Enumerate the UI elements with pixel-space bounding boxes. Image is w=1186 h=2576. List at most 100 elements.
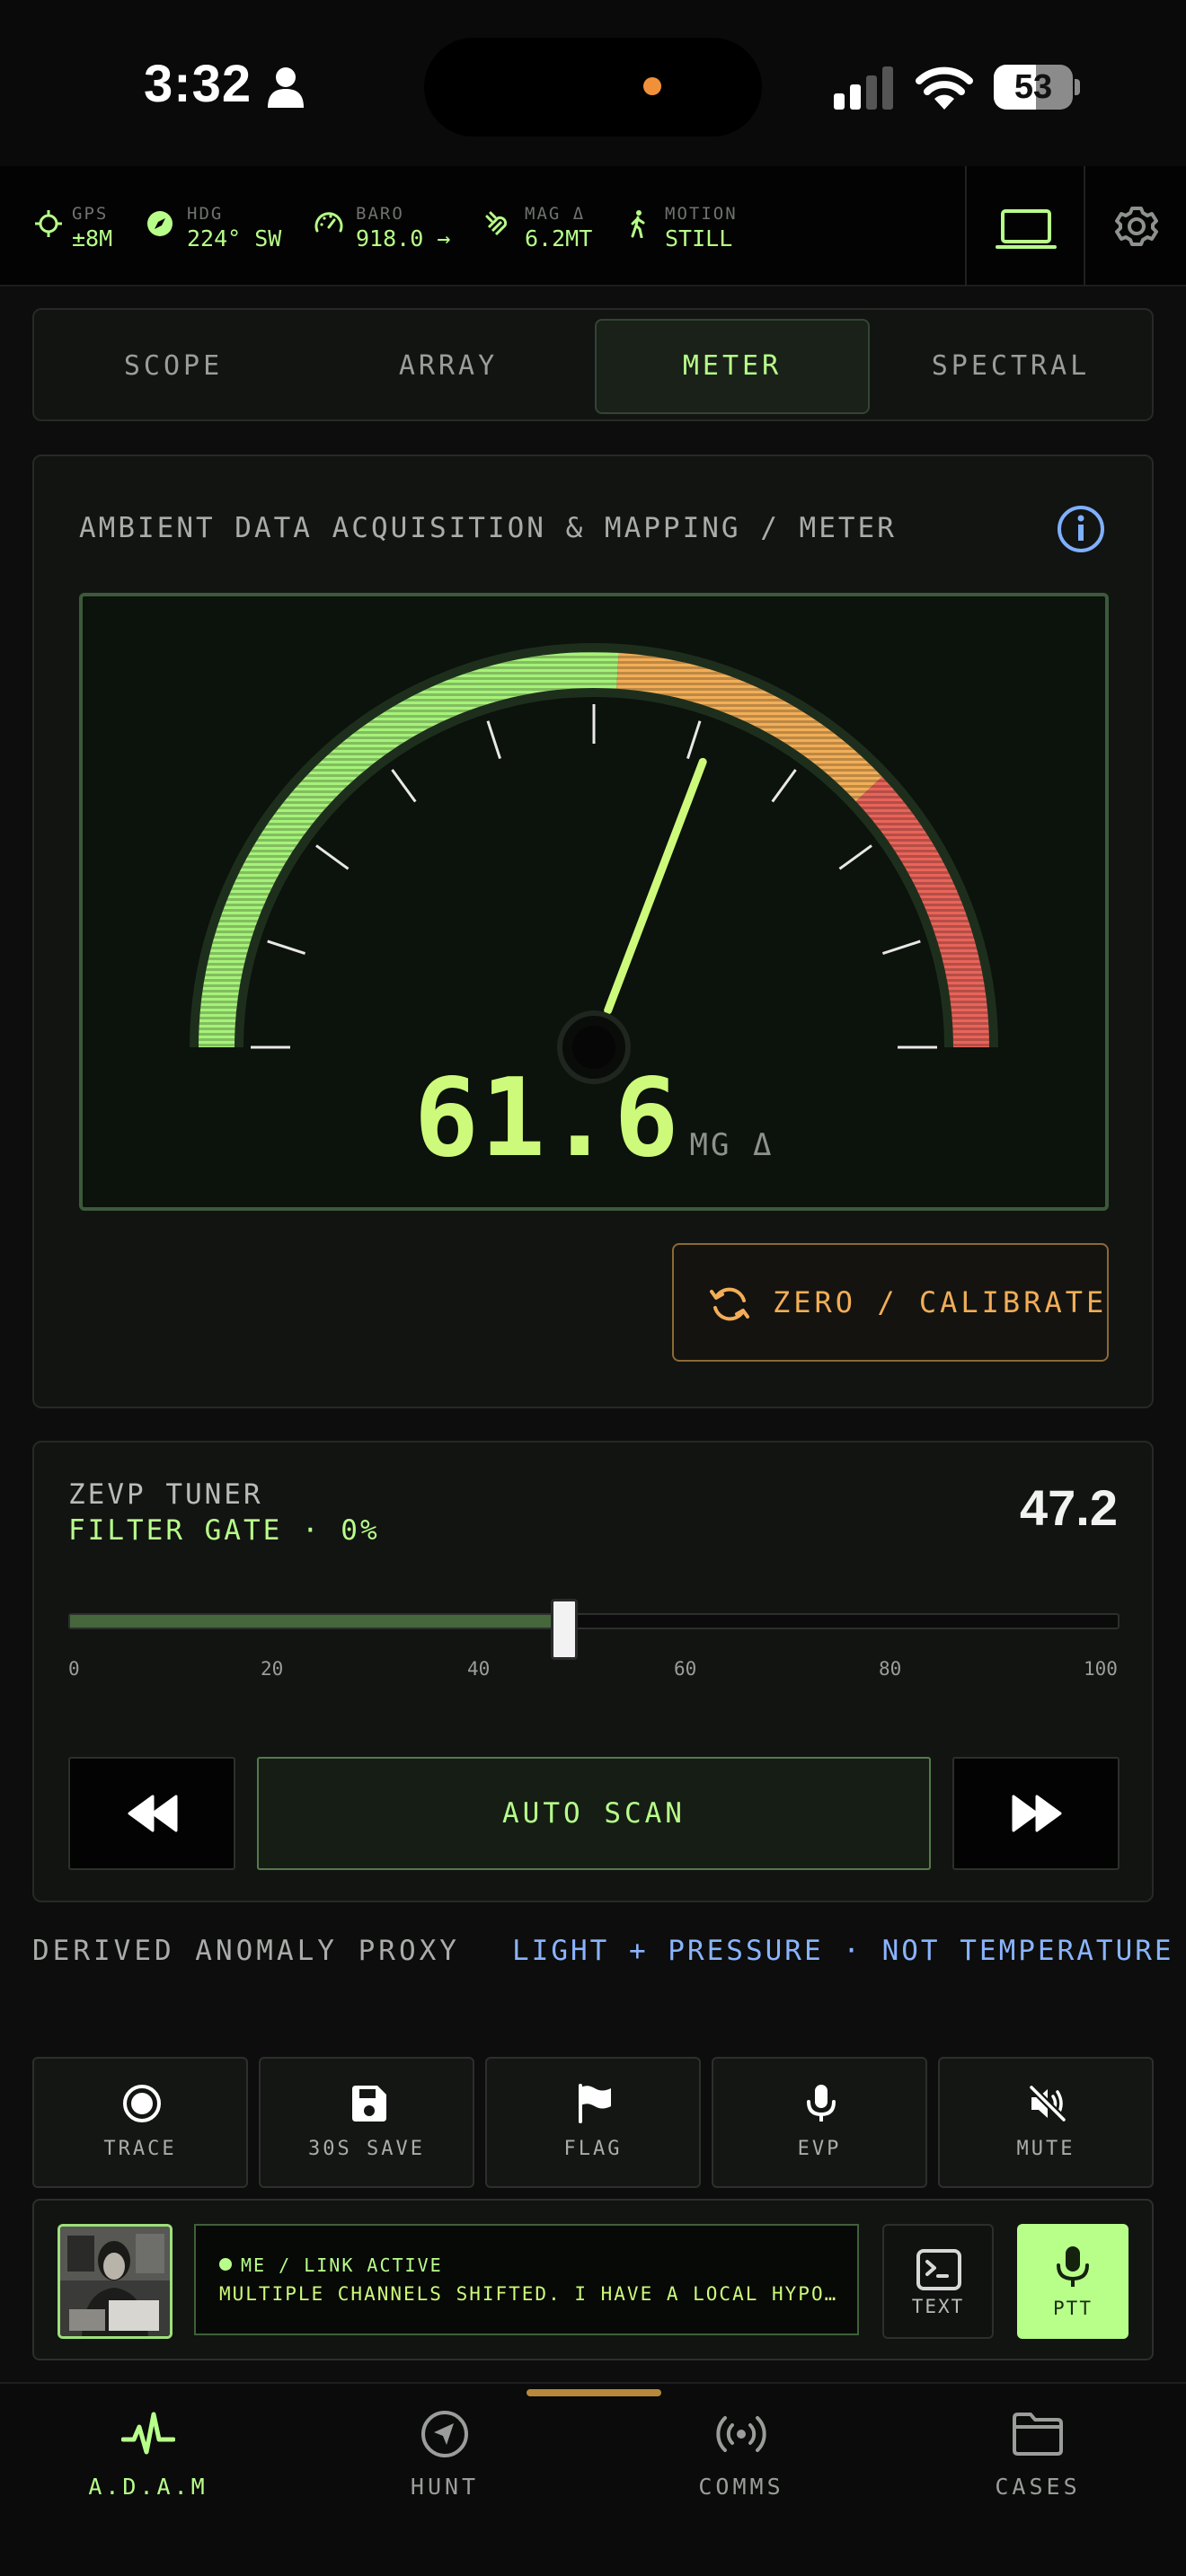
gauge-tick bbox=[881, 940, 921, 955]
floppy-icon bbox=[352, 2086, 386, 2122]
calibrate-label: ZERO / CALIBRATE bbox=[773, 1285, 1108, 1319]
tuner-slider[interactable] bbox=[68, 1599, 1120, 1660]
nav-label: CASES bbox=[995, 2474, 1081, 2500]
nav-label: COMMS bbox=[698, 2474, 784, 2500]
auto-scan-button[interactable]: AUTO SCAN bbox=[257, 1757, 931, 1870]
slider-fill bbox=[70, 1615, 565, 1628]
trace-label: TRACE bbox=[103, 2138, 177, 2160]
battery-indicator: 53 bbox=[994, 65, 1080, 110]
battery-percent: 53 bbox=[1013, 68, 1053, 106]
microphone-icon bbox=[1057, 2246, 1089, 2287]
scan-previous-button[interactable] bbox=[68, 1757, 235, 1870]
gauge-display: 61.6 MG Δ bbox=[79, 593, 1109, 1211]
gauge-tick bbox=[267, 940, 306, 955]
telemetry-label: MOTION bbox=[665, 204, 738, 224]
cellular-signal-icon bbox=[834, 66, 893, 110]
link-status-label: ME / LINK ACTIVE bbox=[241, 2254, 443, 2276]
meter-card: AMBIENT DATA ACQUISITION & MAPPING / MET… bbox=[32, 454, 1154, 1408]
speedometer-icon bbox=[314, 212, 343, 233]
gear-icon bbox=[1115, 207, 1158, 246]
telemetry-label: BARO bbox=[356, 204, 404, 224]
text-button[interactable]: TEXT bbox=[882, 2224, 994, 2339]
privacy-indicator bbox=[643, 77, 661, 95]
status-bar: 3:32 53 bbox=[0, 0, 1186, 166]
device-button[interactable] bbox=[965, 166, 1084, 287]
tab-meter[interactable]: METER bbox=[595, 319, 870, 414]
gauge-tick bbox=[391, 769, 417, 803]
flag-button[interactable]: FLAG bbox=[485, 2057, 701, 2188]
person-icon bbox=[268, 67, 304, 108]
tuner-title: ZEVP TUNER bbox=[68, 1478, 263, 1511]
gauge-tick bbox=[686, 720, 702, 760]
mute-label: MUTE bbox=[1016, 2138, 1075, 2160]
save-30s-button[interactable]: 30S SAVE bbox=[259, 2057, 474, 2188]
gauge-tick bbox=[486, 720, 501, 760]
telemetry-label: GPS bbox=[72, 204, 109, 224]
flag-label: FLAG bbox=[563, 2138, 623, 2160]
meter-reading: 61.6 MG Δ bbox=[83, 1056, 1105, 1181]
info-icon[interactable] bbox=[1057, 505, 1105, 553]
save-30s-label: 30S SAVE bbox=[308, 2138, 425, 2160]
nav-adam[interactable]: A.D.A.M bbox=[0, 2384, 296, 2576]
tab-spectral[interactable]: SPECTRAL bbox=[881, 319, 1141, 414]
microphone-icon bbox=[807, 2085, 836, 2122]
operator-avatar[interactable] bbox=[58, 2224, 173, 2339]
navigation-icon bbox=[421, 2411, 468, 2457]
gauge-tick bbox=[838, 844, 872, 870]
auto-scan-label: AUTO SCAN bbox=[502, 1797, 686, 1830]
meter-unit: MG Δ bbox=[689, 1127, 774, 1163]
nav-label: A.D.A.M bbox=[88, 2474, 208, 2500]
slider-thumb[interactable] bbox=[551, 1599, 579, 1660]
crosshair-icon bbox=[35, 210, 62, 237]
bottom-navigation: A.D.A.M HUNT COMMS CASES bbox=[0, 2382, 1186, 2576]
folder-icon bbox=[1013, 2413, 1063, 2456]
push-to-talk-label: PTT bbox=[1053, 2298, 1093, 2319]
laptop-icon bbox=[996, 209, 1057, 249]
filter-gate-status: FILTER GATE · 0% bbox=[68, 1514, 380, 1547]
evp-label: EVP bbox=[797, 2138, 842, 2160]
comms-strip: ME / LINK ACTIVE MULTIPLE CHANNELS SHIFT… bbox=[32, 2199, 1154, 2360]
wifi-icon bbox=[916, 66, 973, 110]
speaker-mute-icon bbox=[1029, 2085, 1067, 2122]
nav-hunt[interactable]: HUNT bbox=[296, 2384, 593, 2576]
latest-message[interactable]: ME / LINK ACTIVE MULTIPLE CHANNELS SHIFT… bbox=[194, 2224, 859, 2335]
derived-proxy-source: LIGHT + PRESSURE · NOT TEMPERATURE bbox=[512, 1935, 1174, 1967]
mode-tabs: SCOPE ARRAY METER SPECTRAL bbox=[32, 308, 1154, 421]
gauge-tick bbox=[315, 844, 350, 870]
slider-tick: 0 bbox=[68, 1658, 80, 1680]
home-indicator bbox=[527, 2389, 661, 2396]
slider-tick: 60 bbox=[674, 1658, 697, 1680]
text-button-label: TEXT bbox=[911, 2296, 965, 2317]
telemetry-value: STILL bbox=[665, 225, 733, 251]
clock: 3:32 bbox=[144, 55, 252, 113]
telemetry-value: 6.2MT bbox=[525, 225, 593, 251]
scan-next-button[interactable] bbox=[952, 1757, 1120, 1870]
gauge-tick bbox=[771, 769, 797, 803]
mute-button[interactable]: MUTE bbox=[938, 2057, 1154, 2188]
link-status: ME / LINK ACTIVE bbox=[219, 2254, 443, 2276]
flag-icon bbox=[579, 2084, 611, 2123]
nav-comms[interactable]: COMMS bbox=[593, 2384, 890, 2576]
tab-scope[interactable]: SCOPE bbox=[43, 319, 304, 414]
broadcast-icon bbox=[716, 2416, 766, 2452]
meter-title: AMBIENT DATA ACQUISITION & MAPPING / MET… bbox=[79, 512, 897, 544]
tuner-card: ZEVP TUNER FILTER GATE · 0% 47.2 0 20 40… bbox=[32, 1441, 1154, 1902]
derived-proxy-label: DERIVED ANOMALY PROXY bbox=[32, 1935, 460, 1967]
settings-button[interactable] bbox=[1084, 166, 1186, 287]
pulse-icon bbox=[121, 2412, 175, 2455]
push-to-talk-button[interactable]: PTT bbox=[1017, 2224, 1128, 2339]
slider-tick: 100 bbox=[1084, 1658, 1118, 1680]
tab-array[interactable]: ARRAY bbox=[318, 319, 579, 414]
telemetry-label: HDG bbox=[187, 204, 224, 224]
telemetry-value: 918.0 → bbox=[356, 225, 451, 251]
evp-button[interactable]: EVP bbox=[712, 2057, 927, 2188]
meter-value: 61.6 bbox=[413, 1056, 681, 1181]
nav-cases[interactable]: CASES bbox=[890, 2384, 1186, 2576]
slider-tick: 80 bbox=[879, 1658, 902, 1680]
slider-tick: 20 bbox=[261, 1658, 284, 1680]
record-icon bbox=[123, 2085, 161, 2122]
calibrate-button[interactable]: ZERO / CALIBRATE bbox=[672, 1243, 1109, 1362]
telemetry-value: ±8M bbox=[72, 225, 113, 251]
nav-label: HUNT bbox=[410, 2474, 480, 2500]
trace-button[interactable]: TRACE bbox=[32, 2057, 248, 2188]
